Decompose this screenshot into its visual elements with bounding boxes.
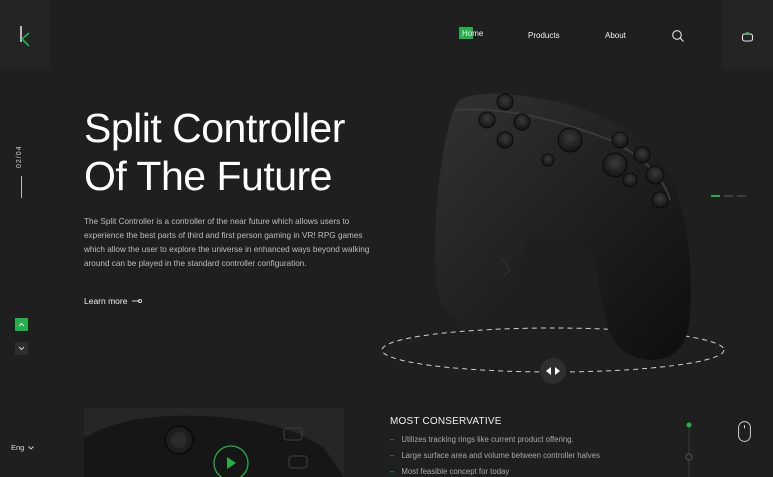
carousel-dot[interactable] bbox=[737, 195, 746, 197]
list-item: – Utilizes tracking rings like current pr… bbox=[390, 435, 574, 444]
arrow-down-icon bbox=[18, 346, 25, 351]
timeline-step-active[interactable] bbox=[686, 422, 692, 428]
learn-more-label: Learn more bbox=[84, 296, 128, 306]
hero-title-line2: Of The Future bbox=[84, 153, 332, 199]
hero-title: Split Controller Of The Future bbox=[84, 104, 384, 200]
controller-image bbox=[381, 93, 725, 384]
nav-about-link[interactable]: About bbox=[605, 31, 626, 40]
slide-progress-line bbox=[21, 176, 22, 198]
video-thumbnail bbox=[84, 408, 344, 477]
language-selector[interactable]: Eng bbox=[11, 443, 35, 452]
search-icon[interactable] bbox=[671, 29, 685, 43]
features-panel: MOST CONSERVATIVE – Utilizes tracking rin… bbox=[390, 416, 680, 477]
carousel-dot[interactable] bbox=[724, 195, 733, 197]
slide-counter: 02/04 bbox=[16, 145, 23, 168]
arrow-right-icon bbox=[132, 299, 143, 303]
features-heading: MOST CONSERVATIVE bbox=[390, 416, 502, 427]
chevron-down-icon bbox=[28, 445, 35, 450]
rotate-button[interactable] bbox=[540, 358, 566, 384]
list-item: – Large surface area and volume between c… bbox=[390, 451, 600, 460]
feature-text: Large surface area and volume between co… bbox=[401, 451, 600, 460]
feature-timeline bbox=[685, 422, 693, 477]
timeline-step[interactable] bbox=[685, 453, 693, 461]
mouse-scroll-icon bbox=[738, 421, 751, 442]
hero-title-line1: Split Controller bbox=[84, 105, 345, 151]
main-nav: Home bbox=[459, 27, 484, 39]
logo[interactable] bbox=[0, 0, 49, 71]
list-item: – Most feasible concept for today bbox=[390, 467, 510, 476]
cart-button[interactable] bbox=[721, 0, 773, 71]
next-slide-button[interactable] bbox=[15, 342, 28, 355]
cart-icon bbox=[741, 31, 753, 42]
arrow-up-icon bbox=[18, 322, 25, 327]
language-label: Eng bbox=[11, 443, 25, 452]
nav-products-link[interactable]: Products bbox=[528, 31, 560, 40]
features-list: – Utilizes tracking rings like current pr… bbox=[390, 435, 680, 476]
nav-home-label: Home bbox=[462, 29, 484, 38]
feature-text: Utilizes tracking rings like current pro… bbox=[401, 435, 574, 444]
logo-icon bbox=[19, 25, 30, 47]
learn-more-link[interactable]: Learn more bbox=[84, 296, 143, 306]
previous-slide-button[interactable] bbox=[15, 318, 28, 331]
video-card[interactable] bbox=[84, 408, 344, 477]
carousel-dot[interactable] bbox=[711, 195, 720, 197]
slide-counter-text: 02/04 bbox=[16, 145, 23, 168]
nav-home-link[interactable]: Home bbox=[459, 27, 484, 39]
carousel-dots bbox=[711, 195, 746, 197]
feature-text: Most feasible concept for today bbox=[401, 467, 510, 476]
hero-description: The Split Controller is a controller of … bbox=[84, 217, 370, 268]
